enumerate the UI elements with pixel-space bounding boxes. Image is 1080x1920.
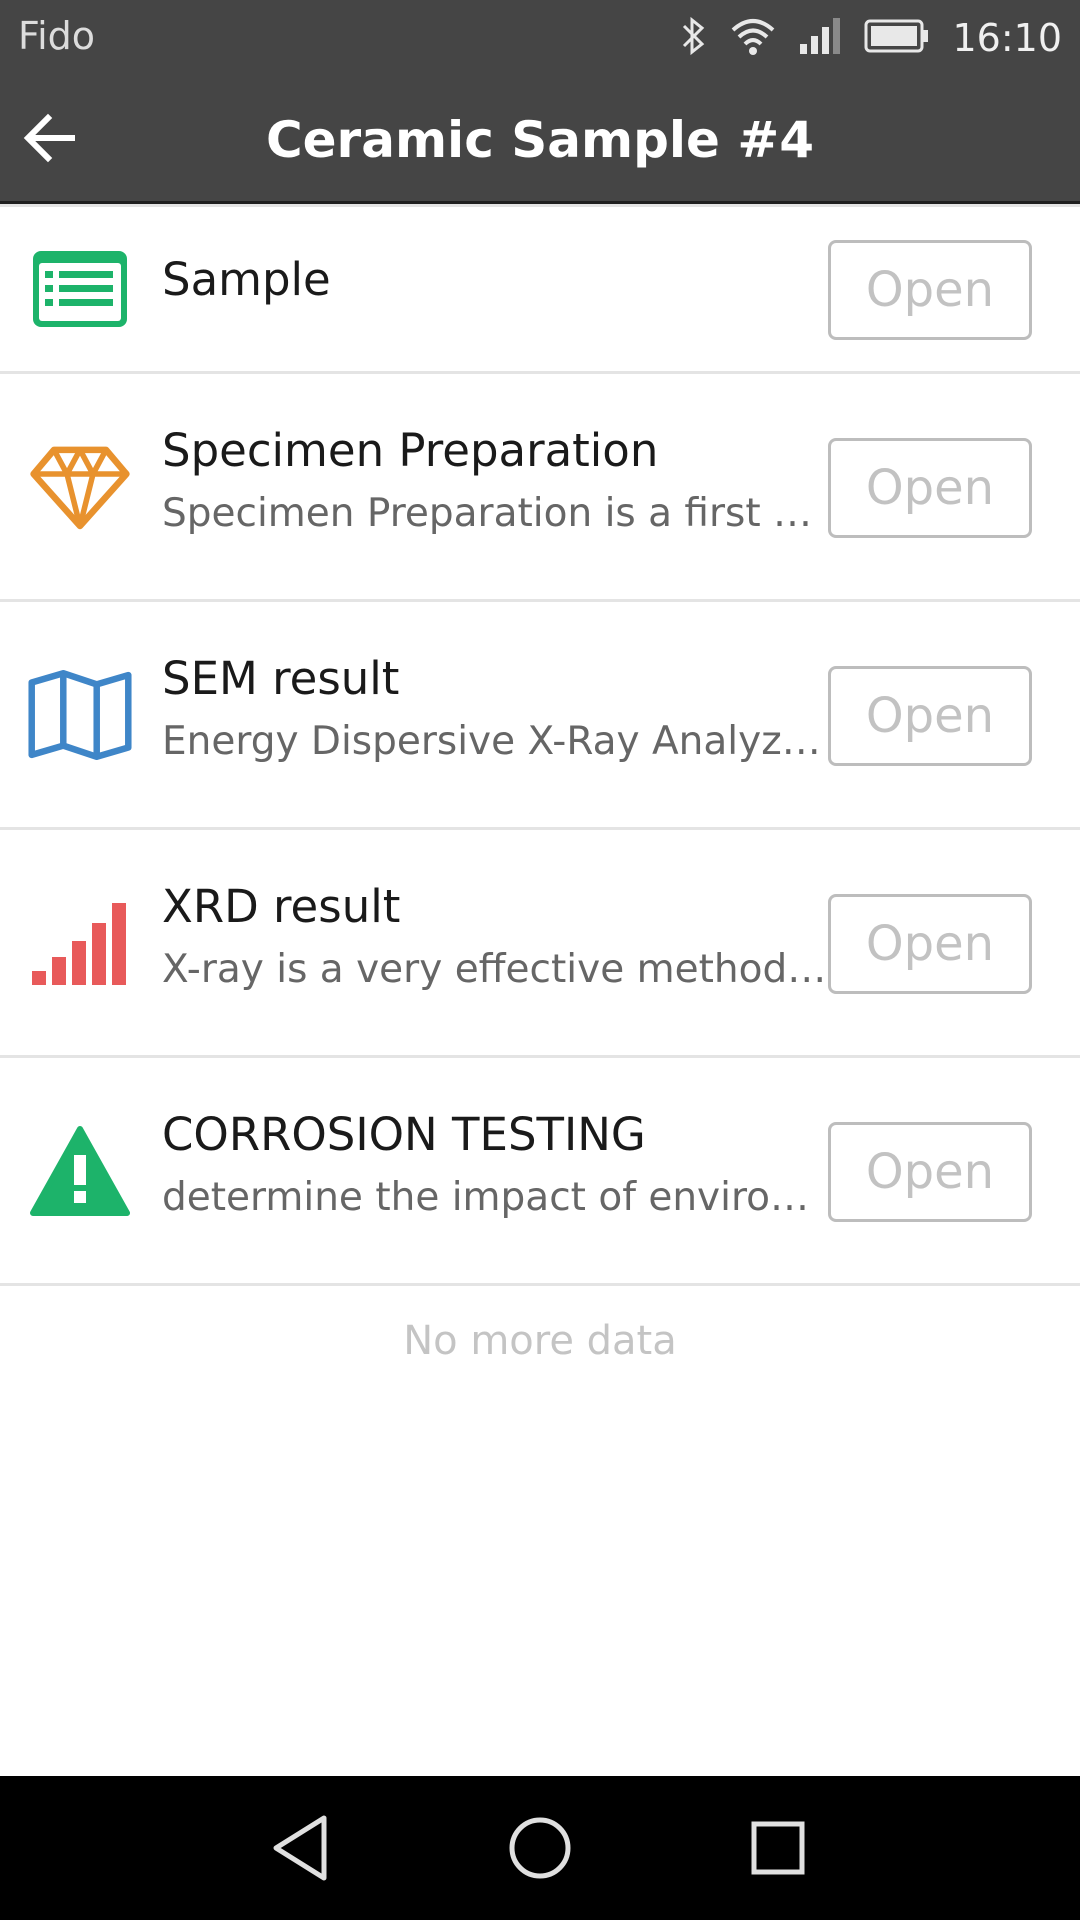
status-bar: Fido 16:10	[0, 0, 1080, 76]
bluetooth-icon	[678, 16, 708, 60]
nav-home-button[interactable]	[500, 1808, 580, 1888]
diamond-icon	[28, 435, 132, 539]
signal-icon	[798, 16, 842, 60]
list-item-text: Sample	[162, 253, 827, 306]
list-item-text: XRD result X-ray is a very effective met…	[162, 880, 827, 992]
battery-icon	[864, 18, 930, 58]
status-icons: 16:10	[678, 0, 1062, 76]
status-time: 16:10	[952, 16, 1062, 60]
list-item[interactable]: SEM result Energy Dispersive X-Ray Analy…	[0, 602, 1080, 830]
list-item-description: determine the impact of environm...	[162, 1175, 827, 1220]
list-item-text: CORROSION TESTING determine the impact o…	[162, 1108, 827, 1220]
open-button[interactable]: Open	[828, 894, 1032, 994]
list-card-icon	[28, 237, 132, 341]
list-item-text: Specimen Preparation Specimen Preparatio…	[162, 424, 827, 536]
no-more-data-label: No more data	[403, 1318, 677, 1364]
open-button[interactable]: Open	[828, 438, 1032, 538]
list-item-description: Specimen Preparation is a first an...	[162, 491, 827, 536]
app-bar: Ceramic Sample #4	[0, 76, 1080, 204]
list-item-description: X-ray is a very effective method of ...	[162, 947, 827, 992]
warning-icon	[28, 1119, 132, 1223]
back-triangle-icon	[273, 1815, 327, 1881]
nav-recents-button[interactable]	[738, 1808, 818, 1888]
list-item-text: SEM result Energy Dispersive X-Ray Analy…	[162, 652, 827, 764]
record-list: Sample Open Specimen Preparation Specime…	[0, 204, 1080, 1286]
carrier-name: Fido	[18, 14, 96, 58]
home-circle-icon	[509, 1817, 571, 1879]
list-item-description: Energy Dispersive X-Ray Analyzer r...	[162, 719, 827, 764]
list-item-title: Sample	[162, 253, 331, 306]
recents-square-icon	[751, 1821, 805, 1875]
list-item[interactable]: Sample Open	[0, 204, 1080, 374]
open-button[interactable]: Open	[828, 1122, 1032, 1222]
bar-signal-icon	[28, 891, 132, 995]
arrow-back-icon	[23, 113, 75, 163]
list-item-title: XRD result	[162, 880, 401, 933]
list-item-title: Specimen Preparation	[162, 424, 659, 477]
back-button[interactable]	[18, 106, 82, 170]
page-title: Ceramic Sample #4	[265, 111, 815, 169]
open-button[interactable]: Open	[828, 666, 1032, 766]
list-item-title: CORROSION TESTING	[162, 1108, 646, 1161]
list-item-title: SEM result	[162, 652, 400, 705]
system-nav-bar	[0, 1776, 1080, 1920]
list-item[interactable]: XRD result X-ray is a very effective met…	[0, 830, 1080, 1058]
list-item[interactable]: CORROSION TESTING determine the impact o…	[0, 1058, 1080, 1286]
nav-back-button[interactable]	[262, 1808, 342, 1888]
list-item[interactable]: Specimen Preparation Specimen Preparatio…	[0, 374, 1080, 602]
open-button[interactable]: Open	[828, 240, 1032, 340]
map-icon	[28, 663, 132, 767]
wifi-icon	[730, 16, 776, 60]
